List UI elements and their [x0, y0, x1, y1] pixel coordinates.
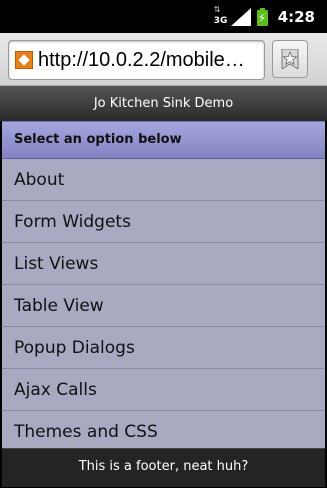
footer: This is a footer, neat huh?: [2, 448, 325, 487]
menu-item-themes-and-css[interactable]: Themes and CSS: [2, 411, 325, 448]
menu-item-popup-dialogs[interactable]: Popup Dialogs: [2, 327, 325, 369]
footer-text: This is a footer, neat huh?: [78, 459, 249, 474]
menu-list: Select an option below About Form Widget…: [2, 121, 325, 448]
group-header: Select an option below: [2, 121, 325, 159]
menu-item-form-widgets[interactable]: Form Widgets: [2, 201, 325, 243]
data-3g-icon: ⇅ 3G: [213, 4, 228, 26]
menu-item-list-views[interactable]: List Views: [2, 243, 325, 285]
status-icons: ⇅ 3G ⚡ 4:28: [213, 0, 327, 33]
battery-charging-icon: ⚡: [256, 7, 268, 26]
status-bar: ⇅ 3G ⚡ 4:28: [0, 0, 327, 33]
url-text[interactable]: http://10.0.2.2/mobilew…: [38, 49, 264, 72]
bookmark-button[interactable]: [272, 40, 308, 78]
browser-url-bar: http://10.0.2.2/mobilew…: [0, 33, 327, 86]
page-title: Jo Kitchen Sink Demo: [93, 96, 234, 111]
url-field[interactable]: http://10.0.2.2/mobilew…: [8, 40, 265, 80]
page-favicon: [15, 51, 33, 69]
menu-item-table-view[interactable]: Table View: [2, 285, 325, 327]
menu-item-about[interactable]: About: [2, 159, 325, 201]
data-indicator-label: 3G: [213, 15, 228, 26]
menu-item-ajax-calls[interactable]: Ajax Calls: [2, 369, 325, 411]
app-title-bar: Jo Kitchen Sink Demo: [0, 86, 327, 121]
signal-icon: [230, 7, 251, 26]
bookmark-star-icon: [281, 49, 299, 69]
clock: 4:28: [277, 7, 315, 26]
